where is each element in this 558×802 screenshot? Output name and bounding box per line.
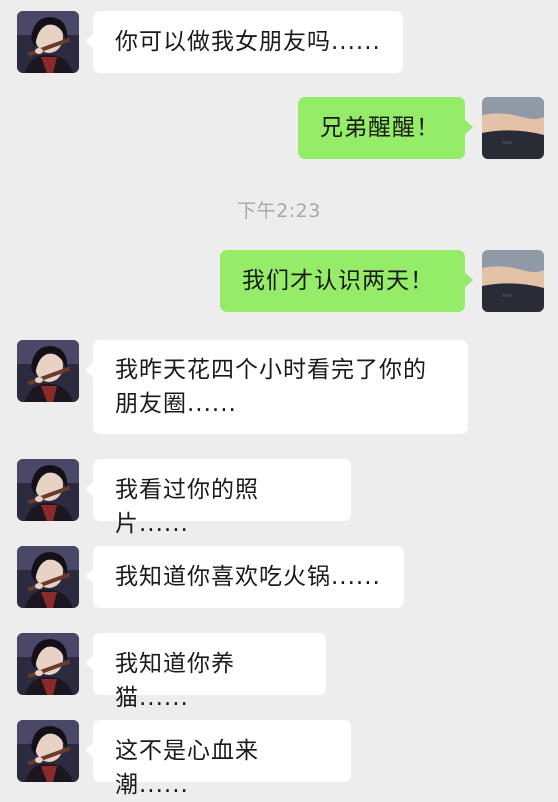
message-bubble[interactable]: 我看过你的照片...... [85,459,351,537]
contact-avatar-icon[interactable] [17,340,79,402]
message-bubble[interactable]: 我们才认识两天！ [220,250,473,312]
message-bubble[interactable]: 我昨天花四个小时看完了你的 朋友圈...... [85,340,468,434]
contact-avatar-icon[interactable] [17,459,79,521]
message-text: 这不是心血来潮...... [115,738,259,798]
contact-avatar-icon[interactable] [17,11,79,73]
chat-window: 你可以做我女朋友吗...... 兄弟醒醒！ 下午2:23 我们才认识两天！ 我昨… [0,0,558,799]
my-avatar-icon[interactable] [482,250,544,312]
message-text: 我知道你养猫...... [115,651,235,711]
message-bubble[interactable]: 这不是心血来潮...... [85,720,351,798]
message-bubble[interactable]: 我知道你养猫...... [85,633,326,711]
contact-avatar-icon[interactable] [17,633,79,695]
contact-avatar-icon[interactable] [17,720,79,782]
message-text: 我看过你的照片...... [115,477,259,537]
message-text: 兄弟醒醒！ [320,115,440,141]
my-avatar-icon[interactable] [482,97,544,159]
message-bubble[interactable]: 我知道你喜欢吃火锅...... [85,546,404,608]
message-text: 我知道你喜欢吃火锅...... [115,564,381,590]
contact-avatar-icon[interactable] [17,546,79,608]
message-text: 你可以做我女朋友吗...... [115,29,381,55]
message-bubble[interactable]: 你可以做我女朋友吗...... [85,11,403,73]
message-timestamp: 下午2:23 [237,200,321,222]
message-text: 我昨天花四个小时看完了你的 朋友圈...... [115,357,427,417]
message-text: 我们才认识两天！ [242,268,434,294]
message-bubble[interactable]: 兄弟醒醒！ [298,97,473,159]
